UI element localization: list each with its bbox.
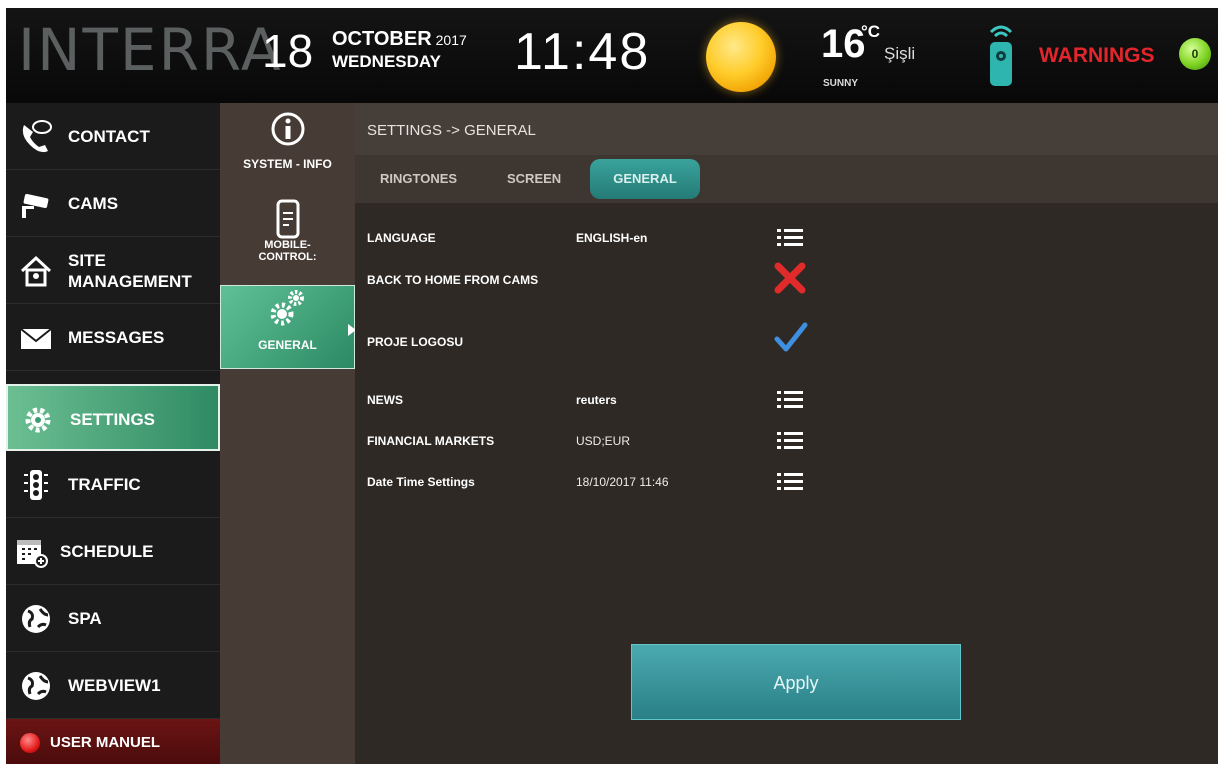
subnav-label: GENERAL <box>258 338 317 352</box>
nav-item-label: TRAFFIC <box>68 475 141 494</box>
nav-item-label: SITE MANAGEMENT <box>68 251 192 291</box>
setting-value-language: ENGLISH-en <box>576 231 648 245</box>
app-frame: INTERRA 18 OCTOBER 2017 WEDNESDAY 11:48 1… <box>6 8 1218 764</box>
nav-item-label: SETTINGS <box>70 410 156 429</box>
breadcrumb-text: SETTINGS -> GENERAL <box>367 122 536 139</box>
apply-button[interactable]: Apply <box>631 644 961 720</box>
breadcrumb: SETTINGS -> GENERAL <box>355 103 1218 155</box>
gears-icon <box>270 290 304 326</box>
globe-icon <box>22 672 50 700</box>
camera-icon <box>22 193 49 218</box>
clock-time: 11:48 <box>514 23 651 81</box>
nav-item-contact[interactable]: CONTACT <box>6 103 220 170</box>
calendar-icon <box>17 540 48 568</box>
nav-item-messages[interactable]: MESSAGES <box>6 304 220 371</box>
nav-item-spa[interactable]: SPA <box>6 585 220 652</box>
nav-item-user-manual[interactable]: USER MANUEL <box>6 719 220 764</box>
tab-bar: RINGTONES SCREEN GENERAL <box>355 155 1218 203</box>
gear-icon <box>25 407 51 433</box>
traffic-light-icon <box>24 470 48 500</box>
nav-item-label: USER MANUEL <box>50 734 161 751</box>
setting-value-financial-markets: USD;EUR <box>576 434 631 448</box>
top-bar: INTERRA 18 OCTOBER 2017 WEDNESDAY 11:48 1… <box>6 8 1218 103</box>
city-name: Şişli <box>884 44 916 63</box>
tab-screen[interactable]: SCREEN <box>507 171 561 186</box>
warnings-label[interactable]: WARNINGS <box>1039 44 1155 68</box>
sun-icon <box>706 22 776 92</box>
nav-item-label: CAMS <box>68 194 119 213</box>
nav-item-label: MESSAGES <box>68 328 165 347</box>
weather-condition: SUNNY <box>823 78 859 89</box>
nav-item-label: SCHEDULE <box>60 542 154 561</box>
globe-icon <box>22 605 50 633</box>
temperature-value: 16 <box>821 22 866 66</box>
date-day: 18 <box>262 25 314 77</box>
nav-item-traffic[interactable]: TRAFFIC <box>6 451 220 518</box>
subnav-system-info[interactable]: SYSTEM - INFO <box>220 111 355 189</box>
home-icon <box>20 255 52 287</box>
brand-logo: INTERRA <box>18 16 283 84</box>
subnav-label: SYSTEM - INFO <box>243 157 332 171</box>
setting-label-date-time: Date Time Settings <box>367 475 475 489</box>
envelope-icon <box>20 328 52 349</box>
nav-item-label: WEBVIEW1 <box>68 676 161 695</box>
setting-label-back-home: BACK TO HOME FROM CAMS <box>367 273 539 287</box>
subnav-label: MOBILE- CONTROL: <box>258 239 317 263</box>
nav-item-label: SPA <box>68 609 102 628</box>
info-icon <box>271 112 304 146</box>
nav-item-label: CONTACT <box>68 127 150 146</box>
setting-value-news: reuters <box>576 393 617 407</box>
list-icon[interactable] <box>777 430 803 452</box>
remote-icon[interactable] <box>986 22 1016 88</box>
x-icon[interactable] <box>772 260 808 296</box>
date-month: OCTOBER 2017 <box>332 28 467 50</box>
settings-panel: SETTINGS -> GENERAL RINGTONES SCREEN GEN… <box>355 103 1218 764</box>
warnings-count-badge[interactable]: 0 <box>1179 38 1211 70</box>
date-weekday: WEDNESDAY <box>332 52 441 71</box>
setting-value-date-time: 18/10/2017 11:46 <box>576 475 669 489</box>
nav-item-webview1[interactable]: WEBVIEW1 <box>6 652 220 719</box>
nav-item-settings[interactable]: SETTINGS <box>6 384 220 451</box>
date-year: 2017 <box>435 32 467 48</box>
nav-item-cams[interactable]: CAMS <box>6 170 220 237</box>
list-icon[interactable] <box>777 471 803 493</box>
check-icon[interactable] <box>774 321 808 355</box>
settings-subnav: SYSTEM - INFO MOBILE- CONTROL: GENERAL <box>220 103 356 764</box>
setting-label-financial-markets: FINANCIAL MARKETS <box>367 434 495 448</box>
mobile-phone-icon <box>276 199 299 239</box>
temperature-unit: °C <box>861 22 881 41</box>
nav-item-site-management[interactable]: SITE MANAGEMENT <box>6 237 220 304</box>
nav-item-schedule[interactable]: SCHEDULE <box>6 518 220 585</box>
phone-icon <box>22 120 52 153</box>
setting-label-proje-logosu: PROJE LOGOSU <box>367 335 464 349</box>
tab-ringtones[interactable]: RINGTONES <box>380 171 457 186</box>
list-icon[interactable] <box>777 227 803 249</box>
tab-general[interactable]: GENERAL <box>590 159 700 199</box>
main-nav: CONTACT CAMS SITE MANAGEMENT MESSAGES SE… <box>6 103 220 764</box>
setting-label-language: LANGUAGE <box>367 231 436 245</box>
list-icon[interactable] <box>777 389 803 411</box>
subnav-general[interactable]: GENERAL <box>220 285 356 369</box>
subnav-mobile-control[interactable]: MOBILE- CONTROL: <box>220 199 355 279</box>
red-dot-icon <box>20 733 40 753</box>
setting-label-news: NEWS <box>367 393 403 407</box>
